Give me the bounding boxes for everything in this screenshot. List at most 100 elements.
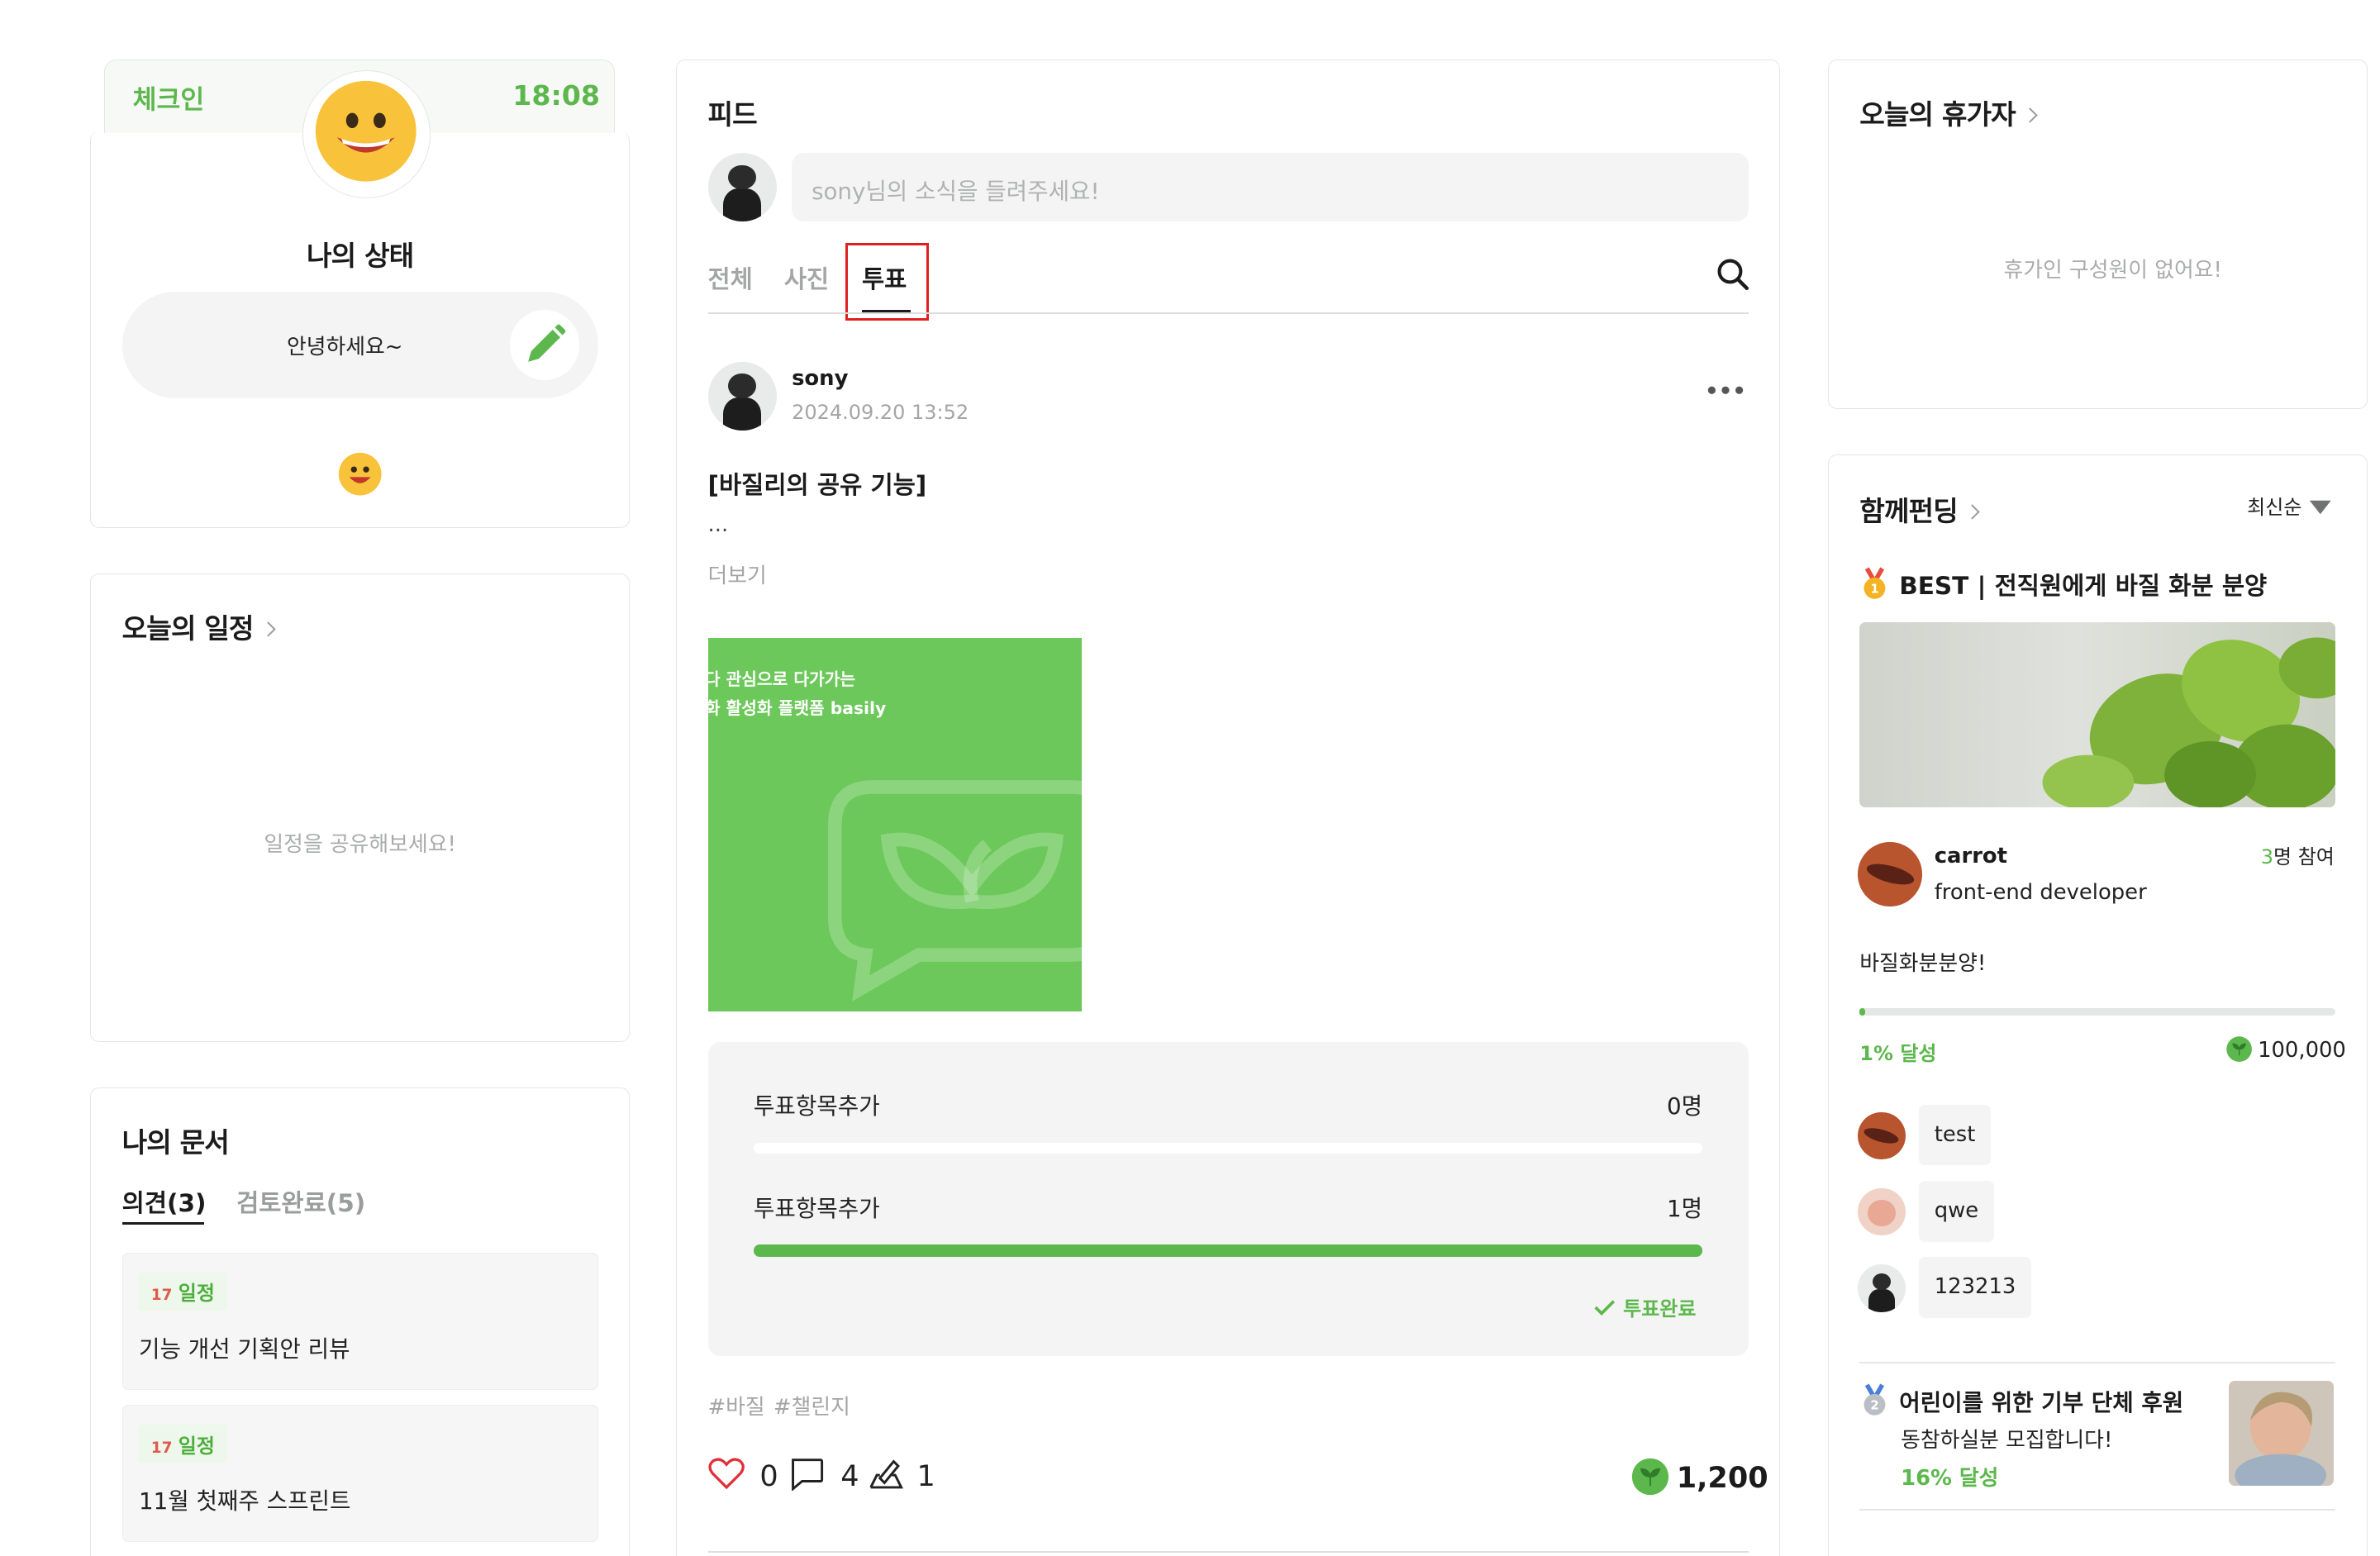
- member-chip[interactable]: 123213: [1919, 1257, 2031, 1318]
- post-title: [바질리의 공유 기능]: [707, 471, 927, 500]
- second-funding-subtitle: 동참하실분 모집합니다!: [1901, 1428, 2113, 1454]
- comment-button[interactable]: 4: [788, 1457, 859, 1500]
- basil-leaves: [2042, 637, 2336, 807]
- share-icon: [869, 1459, 904, 1489]
- participants: 3명 참여: [2261, 840, 2335, 869]
- sprout-coin-icon: [1632, 1458, 1669, 1496]
- status-message: 안녕하세요~: [286, 334, 403, 359]
- vacation-title-text: 오늘의 휴가자: [1859, 98, 2016, 131]
- poll-option-count: 1명: [1667, 1194, 1703, 1222]
- hashtag[interactable]: #챌린지: [774, 1390, 850, 1420]
- share-button[interactable]: 1: [868, 1457, 935, 1500]
- small-smiley-icon[interactable]: [337, 451, 383, 497]
- member-avatar[interactable]: [1858, 1188, 1906, 1236]
- documents-tab-reviewed[interactable]: 검토완료(5): [236, 1183, 365, 1219]
- like-button[interactable]: 0: [707, 1457, 778, 1500]
- best-funding-heading[interactable]: 1 BEST | 전직원에게 바질 화분 분양: [1859, 566, 2267, 602]
- feed-tabs-divider: [707, 312, 1749, 315]
- search-icon[interactable]: [1715, 256, 1751, 293]
- post-author-avatar[interactable]: [707, 361, 777, 431]
- vacation-title[interactable]: 오늘의 휴가자: [1859, 92, 2038, 132]
- best-badge: BEST: [1899, 571, 1969, 600]
- sort-label: 최신순: [2247, 496, 2302, 520]
- funding-title[interactable]: 함께펀딩: [1859, 488, 1980, 529]
- tab-photo[interactable]: 사진: [784, 259, 829, 295]
- post-image[interactable]: 다 관심으로 다가가는 화 활성화 플랫폼 basily: [707, 637, 1082, 1011]
- feed-title: 피드: [707, 98, 758, 131]
- funding-author[interactable]: carrot: [1935, 844, 2007, 868]
- document-tag-label: 일정: [178, 1282, 215, 1306]
- participants-suffix: 명 참여: [2273, 845, 2335, 869]
- checkin-time: 18:08: [512, 79, 600, 112]
- poll-option-track[interactable]: [753, 1244, 1703, 1258]
- vacation-empty: 휴가인 구성원이 없어요!: [2003, 258, 2222, 283]
- post-image-text-2: 화 활성화 플랫폼 basily: [707, 697, 887, 718]
- my-avatar[interactable]: [707, 152, 777, 221]
- funding-divider: [1859, 1362, 2336, 1364]
- poll-done: 투표완료: [1592, 1292, 1696, 1321]
- child-photo: [2229, 1380, 2335, 1486]
- post-excerpt: ...: [707, 512, 729, 538]
- basily-logo-icon: [827, 780, 1082, 1002]
- post-more-link[interactable]: 더보기: [708, 559, 767, 589]
- more-options-icon[interactable]: [1706, 375, 1745, 394]
- funding-progress-label: 1% 달성: [1859, 1042, 1937, 1066]
- second-funding-title-text: 어린이를 위한 기부 단체 후원: [1899, 1389, 2184, 1417]
- pencil-icon: [527, 324, 565, 362]
- funding-divider: [1859, 1508, 2336, 1511]
- poll-option-label[interactable]: 투표항목추가: [754, 1087, 880, 1121]
- poll-option-fill: [753, 1244, 1703, 1258]
- member-chip[interactable]: test: [1919, 1104, 1991, 1166]
- funding-author-avatar[interactable]: [1858, 841, 1922, 906]
- chevron-right-icon: [259, 621, 276, 637]
- calendar-17-icon: 17: [150, 1439, 173, 1457]
- hashtag[interactable]: #바질: [708, 1390, 765, 1420]
- app-root: 체크인 18:08 나의 상태 안녕하세요~ 오늘의 일정 일정을 공유해보세요…: [0, 0, 2380, 1556]
- best-funding-name: 전직원에게 바질 화분 분양: [1994, 571, 2268, 600]
- svg-text:1: 1: [1871, 582, 1879, 596]
- silver-medal-icon: 2: [1864, 1383, 1886, 1416]
- caret-down-icon: [2309, 500, 2331, 515]
- second-funding-title[interactable]: 2 어린이를 위한 기부 단체 후원: [1859, 1383, 2183, 1417]
- member-avatar[interactable]: [1858, 1111, 1906, 1159]
- funding-title-text: 함께펀딩: [1859, 494, 1958, 527]
- basil-photo[interactable]: [1859, 622, 2336, 807]
- funding-goal-value: 100,000: [2258, 1038, 2346, 1064]
- document-tag-label: 일정: [178, 1434, 215, 1458]
- documents-tab-opinion-underline: [121, 1221, 205, 1225]
- second-funding-progress: 16% 달성: [1901, 1466, 1999, 1492]
- check-icon: [1594, 1300, 1616, 1316]
- post-date: 2024.09.20 13:52: [792, 401, 969, 425]
- document-title: 11월 첫째주 스프린트: [138, 1487, 351, 1516]
- post-image-text-1: 다 관심으로 다가가는: [707, 669, 856, 689]
- tab-all[interactable]: 전체: [708, 259, 753, 295]
- funding-progress-track: [1859, 1008, 2336, 1016]
- member-avatar[interactable]: [1858, 1264, 1906, 1312]
- composer-placeholder: sony님의 소식을 들려주세요!: [812, 177, 1100, 205]
- schedule-title[interactable]: 오늘의 일정: [121, 606, 276, 646]
- share-count: 1: [916, 1459, 935, 1493]
- document-tag: 17 일정: [138, 1272, 227, 1311]
- second-funding-photo[interactable]: [2229, 1380, 2335, 1486]
- chevron-right-icon: [1964, 504, 1980, 520]
- sort-dropdown[interactable]: 최신순: [2247, 491, 2332, 520]
- comment-count: 4: [840, 1459, 859, 1493]
- member-chip[interactable]: qwe: [1919, 1180, 1994, 1242]
- calendar-17-icon: 17: [150, 1287, 173, 1305]
- comment-icon: [792, 1458, 824, 1492]
- schedule-title-text: 오늘의 일정: [121, 611, 255, 645]
- my-status-title: 나의 상태: [307, 240, 414, 273]
- documents-tab-opinion[interactable]: 의견(3): [122, 1183, 207, 1219]
- post-author[interactable]: sony: [792, 366, 848, 391]
- funding-goal: 100,000: [2225, 1035, 2346, 1063]
- smiley-icon[interactable]: [314, 79, 418, 183]
- document-tag: 17 일정: [138, 1425, 227, 1463]
- points-value: 1,200: [1676, 1460, 1768, 1495]
- poll-option-count: 0명: [1667, 1092, 1703, 1121]
- poll-option-track[interactable]: [753, 1142, 1703, 1154]
- checkin-label[interactable]: 체크인: [133, 79, 205, 117]
- funding-author-role: front-end developer: [1934, 880, 2147, 906]
- edit-status-button[interactable]: [509, 309, 580, 380]
- poll-option-label[interactable]: 투표항목추가: [754, 1190, 880, 1223]
- poll-done-label: 투표완료: [1623, 1297, 1697, 1320]
